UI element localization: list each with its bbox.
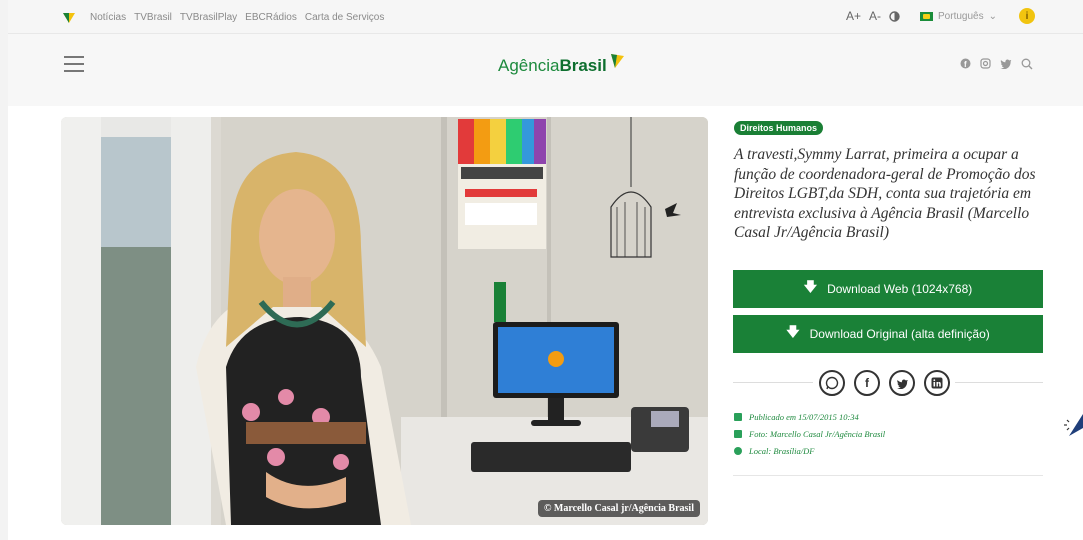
divider [955,382,1043,383]
whatsapp-icon[interactable] [819,370,845,396]
accessibility-tools: A+ A- Português ⌄ i [846,8,1035,24]
photo-illustration [61,117,708,525]
nav-link-tvbrasilplay[interactable]: TVBrasilPlay [180,12,237,23]
nav-link-ebcradios[interactable]: EBCRádios [245,12,297,23]
language-label: Português [938,10,984,22]
divider [733,382,813,383]
brand-light: Agência [498,56,560,75]
photo-credit: © Marcello Casal jr/Agência Brasil [537,500,700,517]
loading-spinner-icon [1064,414,1083,436]
facebook-icon[interactable]: f [960,58,971,69]
brazil-flag-icon [920,11,934,21]
location: Local: Brasília/DF [749,446,815,456]
agencia-brasil-logo[interactable]: Agência Brasil [498,52,625,76]
download-web-button[interactable]: 🡇 Download Web (1024x768) [733,270,1043,308]
share-icons: f [819,370,950,396]
download-web-label: Download Web (1024x768) [827,282,973,296]
accessibility-icon[interactable]: i [1019,8,1035,24]
search-icon[interactable] [1021,58,1033,70]
download-original-button[interactable]: 🡇 Download Original (alta definição) [733,315,1043,353]
nav-link-noticias[interactable]: Notícias [90,12,126,23]
photo-metadata: Publicado em 15/07/2015 10:34 Foto: Marc… [734,412,885,463]
published-date: Publicado em 15/07/2015 10:34 [749,412,859,422]
twitter-icon[interactable] [1000,58,1012,69]
twitter-icon[interactable] [889,370,915,396]
nav-link-carta-servicos[interactable]: Carta de Serviços [305,12,384,23]
calendar-icon [734,413,742,421]
font-decrease-button[interactable]: A- [869,9,881,23]
linkedin-icon[interactable] [924,370,950,396]
divider [733,475,1043,476]
location-row: Local: Brasília/DF [734,446,885,456]
download-original-label: Download Original (alta definição) [809,327,990,341]
camera-icon [734,430,742,438]
nav-link-tvbrasil[interactable]: TVBrasil [134,12,172,23]
brand-mark-icon [610,54,624,68]
photo-by-row: Foto: Marcello Casal Jr/Agência Brasil [734,429,885,439]
language-selector[interactable]: Português ⌄ [920,11,997,22]
facebook-icon[interactable]: f [854,370,880,396]
contrast-icon[interactable] [889,10,900,22]
font-increase-button[interactable]: A+ [846,9,861,23]
header-social: f [960,58,1033,70]
globe-icon [734,447,742,455]
brand-bold: Brasil [559,56,607,75]
page: Notícias TVBrasil TVBrasilPlay EBCRádios… [8,0,1083,540]
instagram-icon[interactable] [980,58,991,69]
ebc-logo-icon[interactable] [62,10,76,24]
photo-by: Foto: Marcello Casal Jr/Agência Brasil [749,429,886,439]
download-arrow-icon: 🡇 [786,324,800,339]
published-row: Publicado em 15/07/2015 10:34 [734,412,885,422]
article-photo[interactable]: © Marcello Casal jr/Agência Brasil [61,117,708,525]
top-bar: Notícias TVBrasil TVBrasilPlay EBCRádios… [8,0,1083,34]
chevron-down-icon: ⌄ [988,10,997,22]
svg-text:f: f [964,60,967,69]
category-badge[interactable]: Direitos Humanos [734,121,824,135]
download-arrow-icon: 🡇 [803,279,818,294]
share-bar: f [733,370,1043,396]
photo-caption: A travesti,Symmy Larrat, primeira a ocup… [734,146,1036,241]
site-header: Agência Brasil f [8,34,1083,106]
menu-icon[interactable] [64,56,84,72]
top-nav: Notícias TVBrasil TVBrasilPlay EBCRádios… [90,12,384,23]
